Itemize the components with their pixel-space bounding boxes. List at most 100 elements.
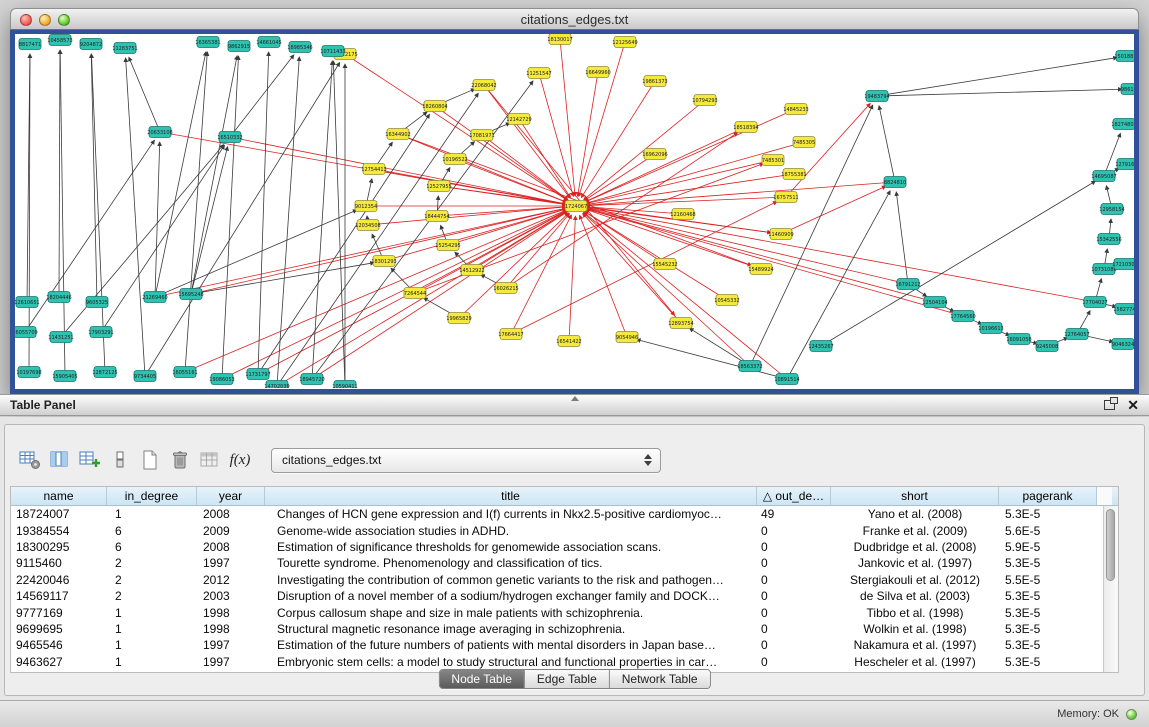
graph-edge[interactable]	[155, 142, 160, 297]
table-row[interactable]: 977716911998Corpus callosum shape and si…	[11, 604, 1118, 620]
graph-edge[interactable]	[579, 42, 625, 196]
graph-node[interactable]: 20633108	[147, 127, 172, 138]
graph-edge[interactable]	[506, 133, 738, 288]
graph-node[interactable]: 17210305	[1112, 259, 1134, 270]
graph-node[interactable]: 7485305	[793, 137, 815, 148]
graph-node[interactable]: 11460909	[768, 229, 793, 240]
column-header-year[interactable]: year	[197, 487, 265, 505]
graph-edge[interactable]	[222, 56, 238, 379]
table-source-select[interactable]: citations_edges.txt	[271, 448, 661, 473]
graph-node[interactable]: 9734405	[134, 371, 156, 382]
graph-edge[interactable]	[277, 57, 299, 386]
graph-node[interactable]: 16365381	[195, 37, 220, 48]
graph-edge[interactable]	[560, 39, 575, 196]
graph-node[interactable]: 15342556	[1096, 234, 1121, 245]
table-row[interactable]: 946554611997Estimation of the future num…	[11, 637, 1118, 653]
graph-edge[interactable]	[578, 72, 598, 196]
graph-node[interactable]: 15695248	[178, 289, 203, 300]
graph-node[interactable]: 7485301	[762, 155, 784, 166]
graph-edge[interactable]	[586, 182, 895, 205]
column-header-title[interactable]: title	[265, 487, 757, 505]
table-row[interactable]: 2242004622012Investigating the contribut…	[11, 572, 1118, 588]
graph-edge[interactable]	[368, 207, 566, 225]
graph-node[interactable]: 12791609	[1115, 159, 1134, 170]
graph-node[interactable]: 8817471	[19, 39, 41, 50]
graph-node[interactable]: 18518394	[733, 122, 758, 133]
graph-node[interactable]: 12435267	[808, 341, 833, 352]
network-canvas[interactable]: 1724067901235412754413163449021826080422…	[10, 30, 1139, 394]
graph-node[interactable]: 10196613	[978, 323, 1003, 334]
graph-node[interactable]: 14695087	[1091, 171, 1116, 182]
graph-edge[interactable]	[384, 209, 566, 261]
graph-node[interactable]: 9046324	[1112, 339, 1134, 350]
graph-edge[interactable]	[129, 57, 160, 132]
add-column-icon[interactable]	[75, 446, 105, 474]
graph-node[interactable]: 15018815	[1114, 51, 1134, 62]
graph-node[interactable]: 9012354	[355, 201, 377, 212]
graph-node[interactable]: 18274802	[1111, 119, 1134, 130]
graph-node[interactable]: 15827747	[1113, 304, 1134, 315]
graph-node[interactable]: 16541422	[556, 336, 581, 347]
graph-node[interactable]: 19483794	[864, 91, 889, 102]
tab-node-table[interactable]: Node Table	[439, 670, 525, 688]
graph-node[interactable]: 18444754	[424, 211, 449, 222]
table-row[interactable]: 946362711997Embryonic stem cells: a mode…	[11, 654, 1118, 670]
row-icon[interactable]	[105, 446, 135, 474]
graph-node[interactable]: 14702039	[264, 381, 289, 389]
graph-node[interactable]: 10731086	[1091, 264, 1116, 275]
graph-node[interactable]: 16344902	[385, 129, 410, 140]
graph-node[interactable]: 10458573	[47, 35, 72, 46]
graph-edge[interactable]	[60, 50, 65, 376]
graph-node[interactable]: 9204872	[80, 39, 102, 50]
graph-node[interactable]: 12160468	[670, 209, 695, 220]
graph-node[interactable]: 21269460	[142, 292, 167, 303]
graph-edge[interactable]	[258, 52, 269, 374]
float-panel-icon[interactable]	[1104, 400, 1115, 410]
new-table-icon[interactable]	[135, 446, 165, 474]
graph-edge[interactable]	[312, 211, 568, 379]
graph-node[interactable]: 16649960	[585, 67, 610, 78]
graph-node[interactable]: 15489924	[748, 264, 773, 275]
graph-node[interactable]: 11731797	[245, 369, 270, 380]
network-window-titlebar[interactable]: citations_edges.txt	[10, 8, 1139, 30]
delete-table-icon[interactable]	[165, 446, 195, 474]
graph-node[interactable]: 18260804	[422, 101, 447, 112]
table-row[interactable]: 1938455462009Genome-wide association stu…	[11, 522, 1118, 538]
graph-node[interactable]: 18563372	[737, 361, 762, 372]
graph-node[interactable]: 18301293	[371, 256, 396, 267]
graph-node[interactable]: 16791212	[895, 279, 920, 290]
graph-node[interactable]: 12893754	[668, 318, 693, 329]
graph-edge[interactable]	[59, 50, 60, 297]
graph-edge[interactable]	[191, 263, 374, 294]
memory-status-indicator[interactable]	[1126, 709, 1137, 720]
graph-edge[interactable]	[101, 145, 224, 332]
graph-node[interactable]: 17704027	[1082, 297, 1107, 308]
graph-edge[interactable]	[145, 62, 340, 376]
graph-node[interactable]: 15545232	[652, 259, 677, 270]
graph-edge[interactable]	[230, 55, 294, 137]
graph-node[interactable]: 14512922	[459, 265, 484, 276]
close-window-button[interactable]	[20, 14, 32, 26]
graph-edge[interactable]	[786, 103, 870, 197]
panel-resize-handle[interactable]	[571, 396, 579, 401]
graph-node[interactable]: 11283751	[112, 43, 137, 54]
graph-node[interactable]: 7264544	[404, 288, 426, 299]
column-header-short[interactable]: short	[831, 487, 999, 505]
graph-edge[interactable]	[586, 208, 1095, 302]
column-header-in_degree[interactable]: in_degree	[107, 487, 197, 505]
graph-edge[interactable]	[91, 54, 105, 372]
graph-edge[interactable]	[155, 210, 357, 297]
graph-node[interactable]: 16055161	[172, 367, 197, 378]
graph-node[interactable]: 18204446	[46, 292, 71, 303]
table-row[interactable]: 1456911722003Disruption of a novel membe…	[11, 588, 1118, 604]
graph-node[interactable]: 10197698	[16, 367, 41, 378]
graph-node[interactable]: 12504104	[922, 297, 947, 308]
graph-edge[interactable]	[586, 197, 786, 206]
scrollbar-thumb[interactable]	[1106, 509, 1115, 581]
graph-node[interactable]: 14845233	[783, 104, 808, 115]
graph-edge[interactable]	[484, 85, 570, 198]
graph-node[interactable]: 10794293	[692, 95, 717, 106]
graph-node[interactable]: 17664417	[498, 329, 523, 340]
table-row[interactable]: 1872400712008Changes of HCN gene express…	[11, 506, 1118, 522]
graph-node[interactable]: 18985346	[287, 42, 312, 53]
